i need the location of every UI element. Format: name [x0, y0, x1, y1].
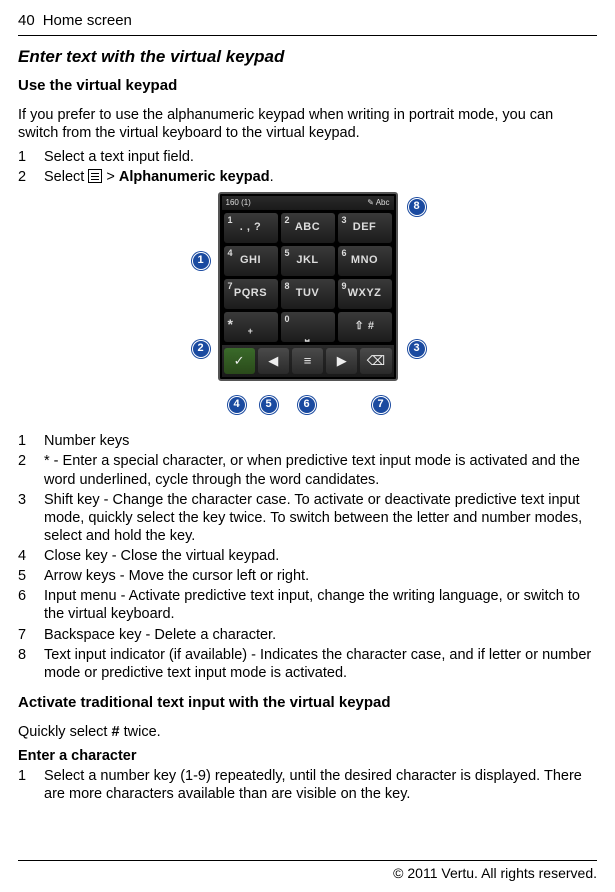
legend-text: Text input indicator (if available) - In… [44, 646, 597, 682]
heading-enter-character: Enter a character [18, 747, 597, 765]
virtual-keypad: 160 (1) ✎ Abc 1. , ? 2ABC 3DEF 4GHI 5JKL… [218, 192, 398, 381]
legend-text: Arrow keys - Move the cursor left or rig… [44, 567, 597, 585]
legend-text: * - Enter a special character, or when p… [44, 452, 597, 488]
callout-1: 1 [192, 252, 210, 270]
step-text-bold: Alphanumeric keypad [119, 169, 270, 185]
step-row: 2 Select > Alphanumeric keypad. [18, 168, 597, 186]
footer-rule [18, 860, 597, 861]
step-text-part: > [102, 169, 119, 185]
callout-4: 4 [228, 396, 246, 414]
text-part: twice. [120, 724, 161, 740]
step-number: 1 [18, 767, 44, 803]
legend-number: 2 [18, 452, 44, 488]
hash-bold: # [111, 724, 119, 740]
legend-number: 1 [18, 432, 44, 450]
copyright-text: © 2011 Vertu. All rights reserved. [18, 865, 597, 883]
heading-use-keypad: Use the virtual keypad [18, 77, 597, 96]
keypad-figure: 160 (1) ✎ Abc 1. , ? 2ABC 3DEF 4GHI 5JKL… [18, 192, 597, 422]
key-6[interactable]: 6MNO [338, 246, 392, 276]
legend-row: 5Arrow keys - Move the cursor left or ri… [18, 567, 597, 585]
section-title: Home screen [35, 12, 597, 31]
page-number: 40 [18, 12, 35, 31]
step-text: Select > Alphanumeric keypad. [44, 168, 597, 186]
key-4[interactable]: 4GHI [224, 246, 278, 276]
legend-number: 5 [18, 567, 44, 585]
legend-row: 8Text input indicator (if available) - I… [18, 646, 597, 682]
callout-2: 2 [192, 340, 210, 358]
keypad-grid: 1. , ? 2ABC 3DEF 4GHI 5JKL 6MNO 7PQRS 8T… [222, 210, 394, 345]
page-footer: © 2011 Vertu. All rights reserved. [18, 852, 597, 883]
callout-7: 7 [372, 396, 390, 414]
legend-text: Number keys [44, 432, 597, 450]
arrow-left-key[interactable]: ◀ [258, 348, 289, 374]
key-star[interactable]: *+ [224, 312, 278, 342]
legend-text: Shift key - Change the character case. T… [44, 491, 597, 545]
activate-paragraph: Quickly select # twice. [18, 723, 597, 741]
intro-paragraph: If you prefer to use the alphanumeric ke… [18, 106, 597, 142]
step-number: 1 [18, 148, 44, 166]
key-9[interactable]: 9WXYZ [338, 279, 392, 309]
step-row: 1 Select a number key (1-9) repeatedly, … [18, 767, 597, 803]
legend-text: Close key - Close the virtual keypad. [44, 547, 597, 565]
close-key[interactable]: ✓ [224, 348, 255, 374]
key-1[interactable]: 1. , ? [224, 213, 278, 243]
legend-row: 4Close key - Close the virtual keypad. [18, 547, 597, 565]
key-3[interactable]: 3DEF [338, 213, 392, 243]
heading-activate-traditional: Activate traditional text input with the… [18, 694, 597, 713]
callout-3: 3 [408, 340, 426, 358]
page-header: 40 Home screen [18, 12, 597, 31]
keypad-bottom-row: ✓ ◀ ≡ ▶ ⌫ [222, 345, 394, 377]
step-number: 2 [18, 168, 44, 186]
step-text: Select a text input field. [44, 148, 597, 166]
legend-number: 7 [18, 626, 44, 644]
backspace-key[interactable]: ⌫ [360, 348, 391, 374]
legend-number: 3 [18, 491, 44, 545]
key-5[interactable]: 5JKL [281, 246, 335, 276]
text-part: Quickly select [18, 724, 111, 740]
input-menu-key[interactable]: ≡ [292, 348, 323, 374]
key-shift[interactable]: ⇧ # [338, 312, 392, 342]
legend-row: 7Backspace key - Delete a character. [18, 626, 597, 644]
callout-5: 5 [260, 396, 278, 414]
legend-row: 2* - Enter a special character, or when … [18, 452, 597, 488]
key-8[interactable]: 8TUV [281, 279, 335, 309]
callout-6: 6 [298, 396, 316, 414]
callout-8: 8 [408, 198, 426, 216]
keypad-status-bar: 160 (1) ✎ Abc [222, 196, 394, 210]
legend-text: Input menu - Activate predictive text in… [44, 587, 597, 623]
arrow-right-key[interactable]: ▶ [326, 348, 357, 374]
legend-row: 3Shift key - Change the character case. … [18, 491, 597, 545]
key-7[interactable]: 7PQRS [224, 279, 278, 309]
status-left: 160 (1) [226, 198, 251, 208]
key-2[interactable]: 2ABC [281, 213, 335, 243]
legend-row: 6Input menu - Activate predictive text i… [18, 587, 597, 623]
step-text: Select a number key (1-9) repeatedly, un… [44, 767, 597, 803]
legend-number: 6 [18, 587, 44, 623]
legend-row: 1Number keys [18, 432, 597, 450]
menu-icon [88, 169, 102, 183]
heading-enter-text: Enter text with the virtual keypad [18, 46, 597, 67]
key-0[interactable]: 0⎵ [281, 312, 335, 342]
header-rule [18, 35, 597, 36]
legend-number: 4 [18, 547, 44, 565]
step-row: 1 Select a text input field. [18, 148, 597, 166]
legend-number: 8 [18, 646, 44, 682]
step-text-part: . [270, 169, 274, 185]
legend-text: Backspace key - Delete a character. [44, 626, 597, 644]
step-text-part: Select [44, 169, 88, 185]
status-right: ✎ Abc [367, 198, 389, 208]
